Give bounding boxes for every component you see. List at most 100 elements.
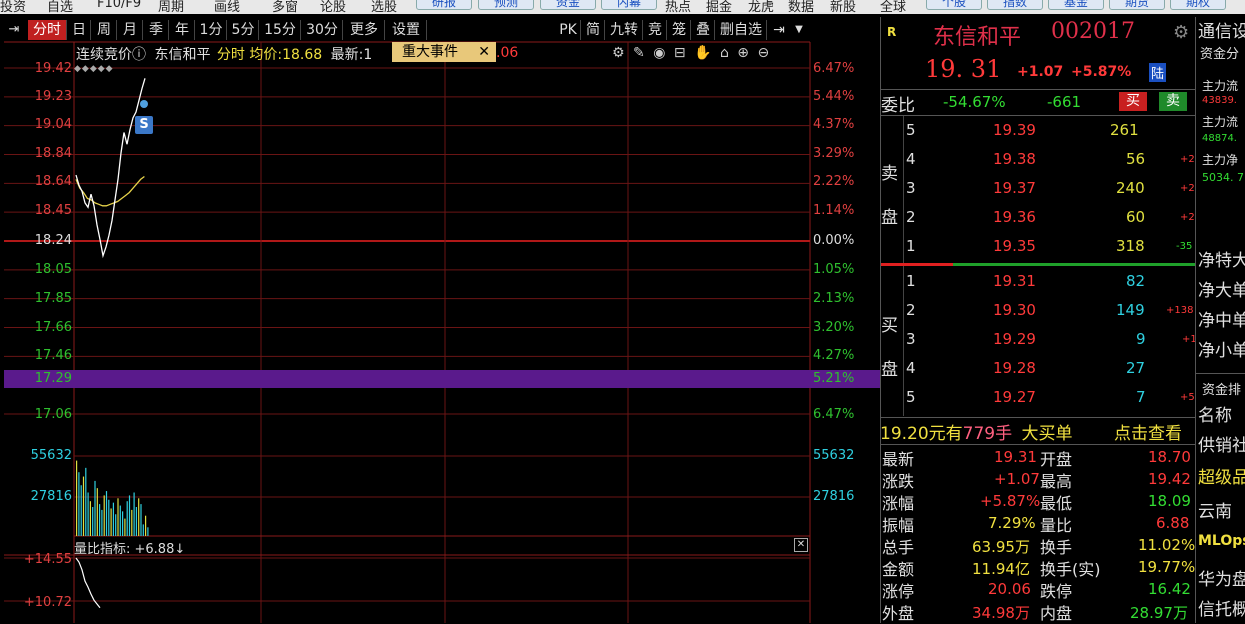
sector-item[interactable]: 信托概 <box>1198 595 1245 620</box>
menu-item-ipo[interactable]: 新股 <box>830 0 856 14</box>
close-icon[interactable]: ✕ <box>794 538 808 552</box>
detail-row: 外盘 34.98万 内盘 28.97万 <box>882 600 1195 623</box>
intraday-chart[interactable] <box>0 17 880 623</box>
menu-item-f10[interactable]: F10/F9 <box>97 0 141 11</box>
detail-value: 20.06 <box>988 580 1031 598</box>
zoom-out-icon[interactable]: ⊖ <box>757 45 769 61</box>
detail-row: 金额 11.94亿 换手(实) 19.77% <box>882 556 1196 579</box>
menu-btn-insider[interactable]: 内幕 <box>601 0 657 10</box>
menu-item-watchlist[interactable]: 自选 <box>47 0 73 14</box>
avg-price-label: 均价: <box>249 47 283 63</box>
buy-order-row[interactable]: 2 19.30 149 +138 <box>880 297 1195 326</box>
buy-button[interactable]: 买 <box>1119 92 1147 111</box>
pct-tick: 2.13% <box>813 291 855 306</box>
detail-value: 19.77% <box>1138 558 1196 576</box>
price-tick: 19.04 <box>34 117 72 132</box>
menu-item-global[interactable]: 全球 <box>880 0 906 14</box>
detail-value: 63.95万 <box>972 538 1030 556</box>
menu-item-data[interactable]: 数据 <box>788 0 814 14</box>
buy-order-row[interactable]: 4 19.28 27 <box>880 355 1195 384</box>
buy-order-row[interactable]: 3 19.29 9 +1 <box>880 326 1197 355</box>
pct-tick: 3.29% <box>813 146 855 161</box>
menu-btn-funds[interactable]: 基金 <box>1048 0 1104 10</box>
volume-bar <box>82 476 85 536</box>
menu-item-hot[interactable]: 热点 <box>665 0 691 14</box>
menu-item-period[interactable]: 周期 <box>158 0 184 14</box>
detail-label: 总手 <box>882 538 915 557</box>
net-item[interactable]: 净小单 <box>1198 336 1245 361</box>
zoom-in-icon[interactable]: ⊕ <box>737 45 749 61</box>
lock-open-icon[interactable]: ⊟ <box>674 45 686 61</box>
net-item[interactable]: 净特大 <box>1198 246 1245 271</box>
volume-bar <box>126 501 128 536</box>
order-volume: 60 <box>1126 208 1146 226</box>
level: 5 <box>906 388 916 406</box>
avg-price-value: 18.68 <box>282 47 323 63</box>
weibi-value: -54.67% <box>943 93 1006 111</box>
pct-tick: 6.47% <box>813 61 855 76</box>
volume-bar <box>94 480 96 536</box>
pct-tick: 6.47% <box>813 407 855 422</box>
sell-order-row[interactable]: 5 19.39 261 <box>880 117 1195 146</box>
major-event-tag[interactable]: 重大事件 ✕ <box>392 42 496 62</box>
s-marker-badge[interactable]: S <box>135 116 153 134</box>
lock-icon[interactable]: ⌂ <box>720 45 729 61</box>
sell-order-row[interactable]: 3 19.37 240 +2 <box>880 175 1195 204</box>
price-tick: 18.84 <box>34 146 72 161</box>
sector-item[interactable]: 供销社 <box>1198 431 1245 456</box>
volume-bar <box>147 527 149 536</box>
gear-icon[interactable]: ⚙ <box>1173 22 1189 43</box>
menu-btn-futures[interactable]: 期货 <box>1109 0 1165 10</box>
volume-bar <box>115 514 117 536</box>
sector-item[interactable]: 云南 <box>1198 497 1232 522</box>
detail-row: 振幅 7.29% 量比 6.88 <box>882 512 1195 535</box>
menu-btn-stock[interactable]: 个股 <box>926 0 982 10</box>
sell-order-row[interactable]: 4 19.38 56 +2 <box>880 146 1195 175</box>
level: 1 <box>906 272 916 290</box>
order-price: 19.39 <box>993 121 1036 139</box>
order-price: 19.36 <box>993 208 1036 226</box>
sell-strength-bar <box>881 263 953 266</box>
detail-label: 跌停 <box>1040 582 1073 601</box>
volume-bar <box>92 506 94 536</box>
menu-item-draw[interactable]: 画线 <box>214 0 240 14</box>
indicator-header: 量比指标: +6.88↓ ✕ <box>74 538 810 557</box>
sell-order-row[interactable]: 1 19.35 318 -35 <box>880 233 1195 262</box>
menu-item-dragon[interactable]: 龙虎 <box>748 0 774 14</box>
sector-item[interactable]: 超级品 <box>1198 463 1245 488</box>
detail-row: 最新 19.31 开盘 18.70 <box>882 446 1195 469</box>
net-item[interactable]: 净中单 <box>1198 306 1245 331</box>
volume-bar <box>105 491 108 536</box>
menu-item-screener[interactable]: 选股 <box>371 0 397 14</box>
eye-icon[interactable]: ◉ <box>653 45 665 61</box>
view-details-link[interactable]: 点击查看 <box>1114 419 1182 444</box>
sector-item[interactable]: 华为盘 <box>1198 565 1245 590</box>
net-item[interactable]: 净大单 <box>1198 276 1245 301</box>
ratio-tick: +10.72 <box>23 595 72 610</box>
menu-item-forum[interactable]: 论股 <box>320 0 346 14</box>
menu-btn-fund[interactable]: 资金 <box>540 0 596 10</box>
price-change: +1.07 <box>1017 64 1064 80</box>
price-tick-highlight: 17.29 <box>34 371 72 386</box>
sell-order-row[interactable]: 2 19.36 60 +2 <box>880 204 1195 233</box>
level: 3 <box>906 330 916 348</box>
menu-btn-forecast[interactable]: 预测 <box>478 0 534 10</box>
menu-item-multiwindow[interactable]: 多窗 <box>272 0 298 14</box>
buy-order-row[interactable]: 5 19.27 7 +5 <box>880 384 1195 413</box>
sector-title: 通信设 <box>1198 22 1245 42</box>
gear-icon[interactable]: ⚙ <box>612 45 625 61</box>
menu-item-invest[interactable]: 投资 <box>0 0 26 14</box>
close-icon[interactable]: ✕ <box>478 42 490 62</box>
hand-icon[interactable]: ✋ <box>694 45 711 61</box>
info-icon[interactable]: ⓘ <box>132 47 146 63</box>
menu-btn-research[interactable]: 研报 <box>416 0 472 10</box>
order-volume: 27 <box>1126 359 1146 377</box>
detail-label: 振幅 <box>882 516 915 535</box>
menu-btn-options[interactable]: 期权 <box>1170 0 1226 10</box>
menu-item-dig[interactable]: 掘金 <box>706 0 732 14</box>
buy-order-row[interactable]: 1 19.31 82 <box>880 268 1195 297</box>
sell-button[interactable]: 卖 <box>1159 92 1187 111</box>
sector-item[interactable]: MLOps <box>1198 533 1245 549</box>
menu-btn-index[interactable]: 指数 <box>987 0 1043 10</box>
pen-icon[interactable]: ✎ <box>633 45 645 61</box>
